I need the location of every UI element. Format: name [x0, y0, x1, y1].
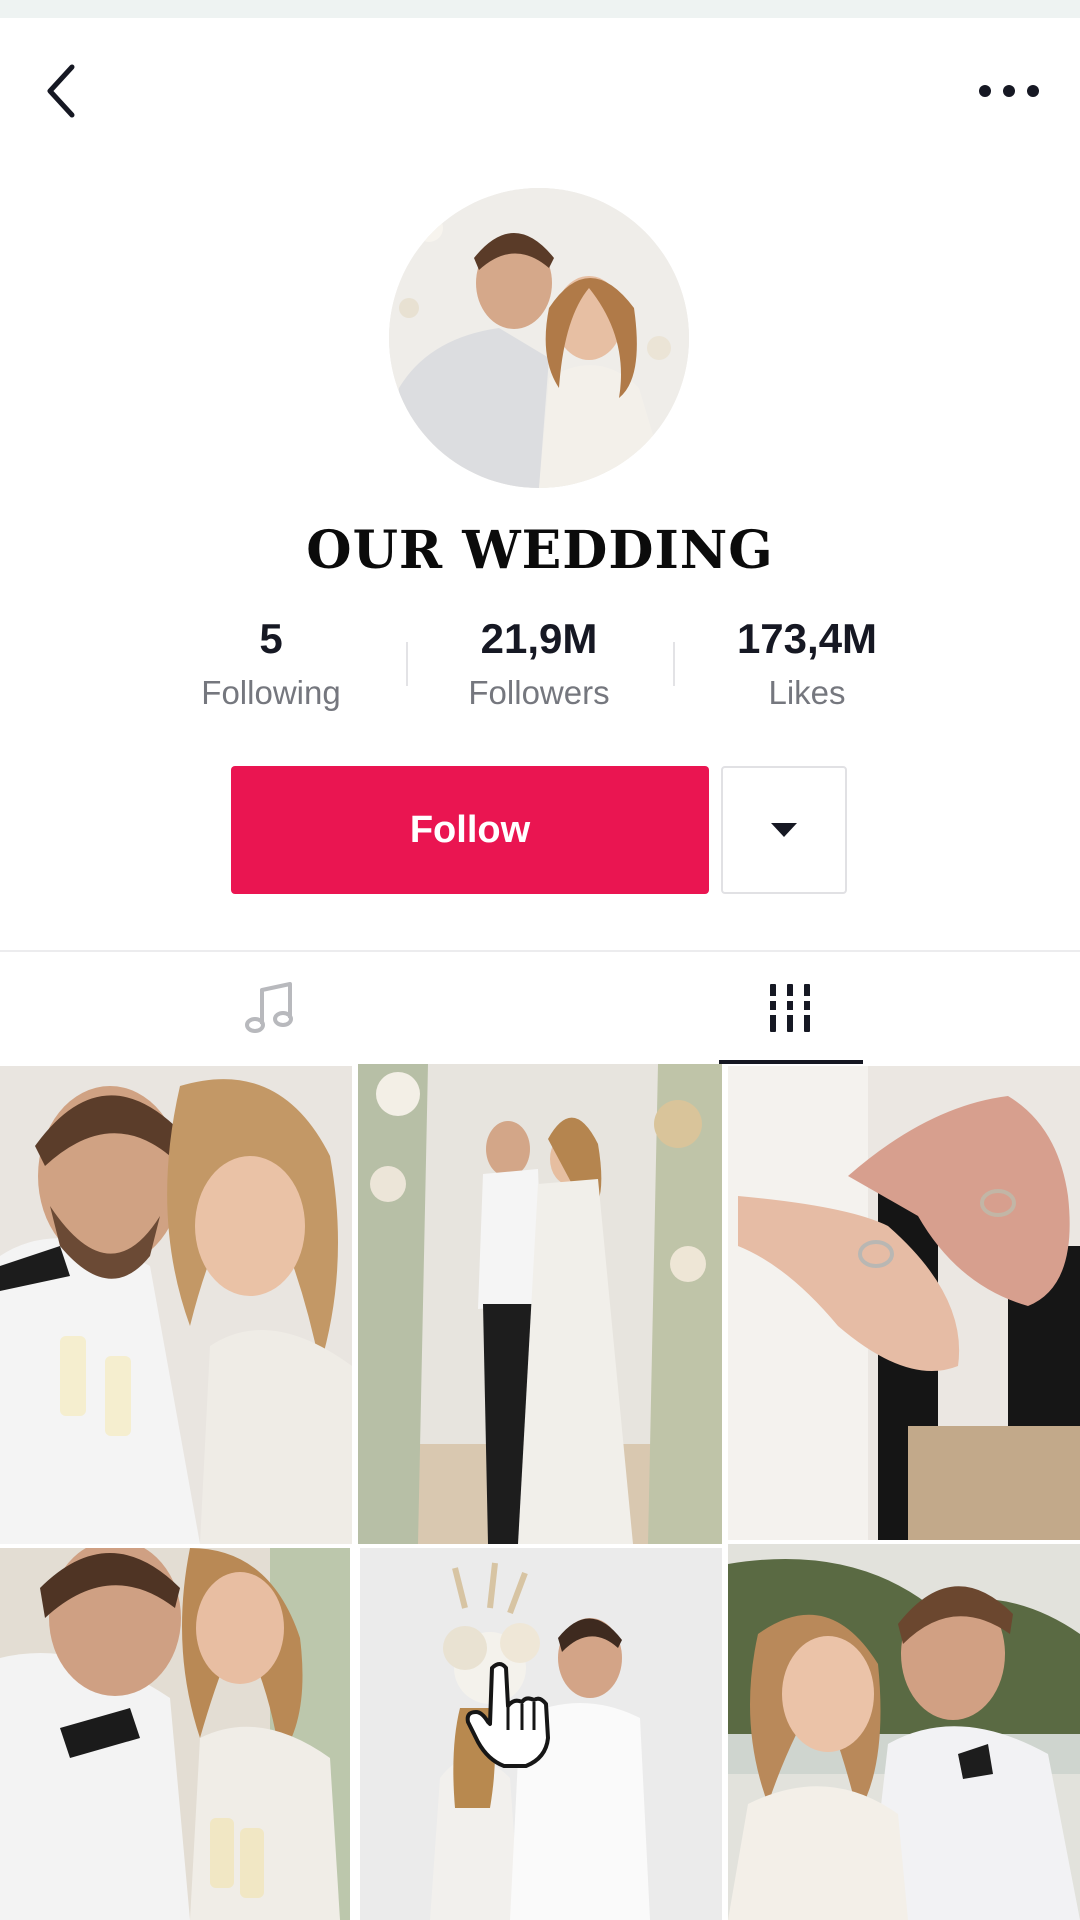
chevron-left-icon	[47, 64, 75, 118]
stat-divider	[673, 642, 675, 686]
stat-following-value: 5	[259, 615, 283, 662]
music-note-icon	[245, 982, 293, 1033]
profile-name: OUR WEDDING	[306, 520, 774, 581]
video-thumbnail[interactable]	[0, 1066, 352, 1544]
stat-following-label: Following	[201, 674, 341, 711]
stat-likes[interactable]: 173,4M Likes	[677, 612, 937, 718]
profile-header	[0, 18, 1080, 148]
more-options-button[interactable]	[974, 63, 1044, 119]
suggestions-dropdown-button[interactable]	[721, 766, 847, 894]
stat-divider	[406, 642, 408, 686]
video-thumbnail[interactable]	[0, 1548, 350, 1920]
stat-likes-value: 173,4M	[736, 615, 878, 662]
profile-avatar[interactable]	[389, 188, 689, 488]
follow-button[interactable]: Follow	[231, 766, 709, 894]
back-button[interactable]	[36, 56, 88, 126]
profile-stats: 5 Following 21,9M Followers 173,4M Likes	[0, 612, 1080, 722]
stat-followers-value: 21,9M	[480, 615, 598, 662]
content-tabs	[0, 952, 1080, 1064]
status-strip	[0, 0, 1080, 18]
more-horizontal-icon	[979, 85, 1039, 97]
hand-pointer-icon	[465, 1662, 550, 1768]
tab-music[interactable]	[0, 952, 540, 1064]
stat-followers[interactable]: 21,9M Followers	[409, 612, 669, 718]
stat-followers-label: Followers	[468, 674, 610, 711]
caret-down-icon	[771, 823, 797, 837]
stat-following[interactable]: 5 Following	[141, 612, 401, 718]
video-grid	[0, 1064, 1080, 1920]
grid-columns-icon	[766, 984, 814, 1032]
video-thumbnail[interactable]	[728, 1066, 1080, 1540]
video-thumbnail[interactable]	[358, 1064, 722, 1544]
video-thumbnail[interactable]	[728, 1544, 1080, 1920]
tab-videos[interactable]	[520, 952, 1060, 1064]
stat-likes-label: Likes	[768, 674, 846, 711]
